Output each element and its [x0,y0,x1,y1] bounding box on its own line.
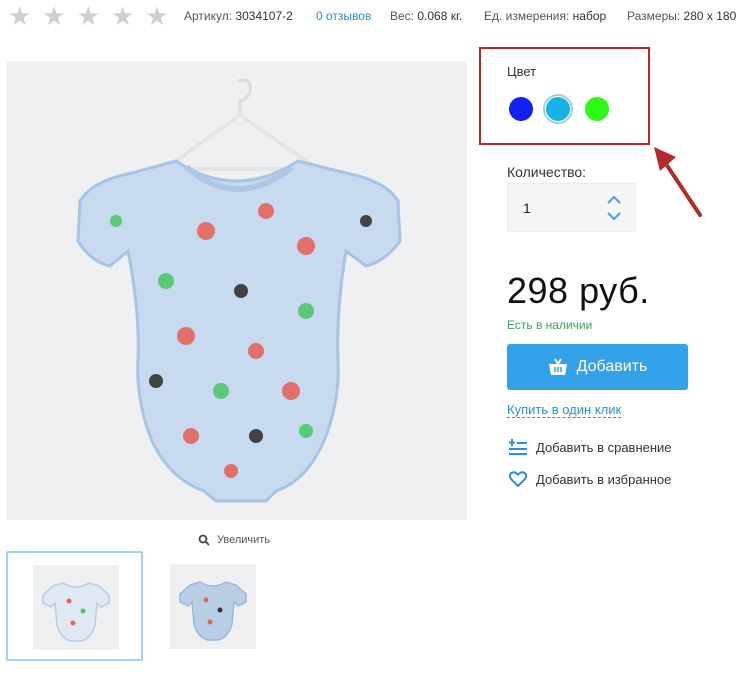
price: 298 руб. [507,270,650,311]
thumbnail-1[interactable] [6,551,143,661]
weight-label: Вес: [390,9,415,23]
stepper-arrows[interactable] [606,194,622,222]
weight-value: 0.068 кг. [417,9,463,23]
color-swatch-blue[interactable] [509,97,533,121]
compare-button[interactable]: Добавить в сравнение [509,439,672,455]
article-value: 3034107-2 [235,9,293,23]
zoom-label: Увеличить [217,534,271,546]
search-icon [198,534,210,546]
thumbnail-2[interactable] [144,551,281,661]
annotation-arrow-icon [654,147,702,217]
dimensions: Размеры: 280 x 180 [627,9,736,23]
weight: Вес: 0.068 кг. [390,9,462,23]
add-to-cart-label: Добавить [576,358,648,375]
color-swatch-cyan[interactable] [546,97,570,121]
chevron-down-icon [607,212,621,221]
compare-icon [509,439,527,455]
star-icon[interactable]: ★ [77,3,100,29]
dimensions-label: Размеры: [627,9,681,23]
dimensions-value: 280 x 180 [683,9,737,23]
favorite-label: Добавить в избранное [536,471,672,487]
star-icon[interactable]: ★ [145,3,168,29]
favorite-button[interactable]: Добавить в избранное [509,471,671,487]
star-icon[interactable]: ★ [8,3,31,29]
unit: Ед. измерения: набор [484,9,606,23]
thumbnail-image [33,565,119,650]
quantity-label: Количество: [507,164,587,180]
thumbnail-image [170,564,256,649]
article-label: Артикул: [184,9,233,23]
basket-icon [548,358,567,375]
bodysuit-illustration [76,78,402,503]
chevron-up-icon [607,195,621,204]
unit-value: набор [572,9,607,23]
color-selector-highlight: Цвет [479,47,650,145]
zoom-button[interactable]: Увеличить [198,534,270,546]
article: Артикул: 3034107-2 [184,9,293,23]
quantity-value[interactable]: 1 [523,200,531,216]
rating-stars[interactable]: ★ ★ ★ ★ ★ [8,3,169,29]
unit-label: Ед. измерения: [484,9,570,23]
buy-one-click-link[interactable]: Купить в один клик [507,403,622,418]
star-icon[interactable]: ★ [111,3,134,29]
add-to-cart-button[interactable]: Добавить [507,344,688,390]
color-swatch-green[interactable] [585,97,609,121]
reviews-link[interactable]: 0 отзывов [316,9,371,23]
compare-label: Добавить в сравнение [536,439,672,455]
star-icon[interactable]: ★ [42,3,65,29]
heart-icon [509,471,527,487]
quantity-stepper[interactable]: 1 [507,183,636,232]
product-meta-bar: ★ ★ ★ ★ ★ Артикул: 3034107-2 0 отзывов В… [0,0,740,34]
main-product-image[interactable] [6,61,467,520]
color-title: Цвет [507,64,537,79]
stock-status: Есть в наличии [507,318,593,332]
